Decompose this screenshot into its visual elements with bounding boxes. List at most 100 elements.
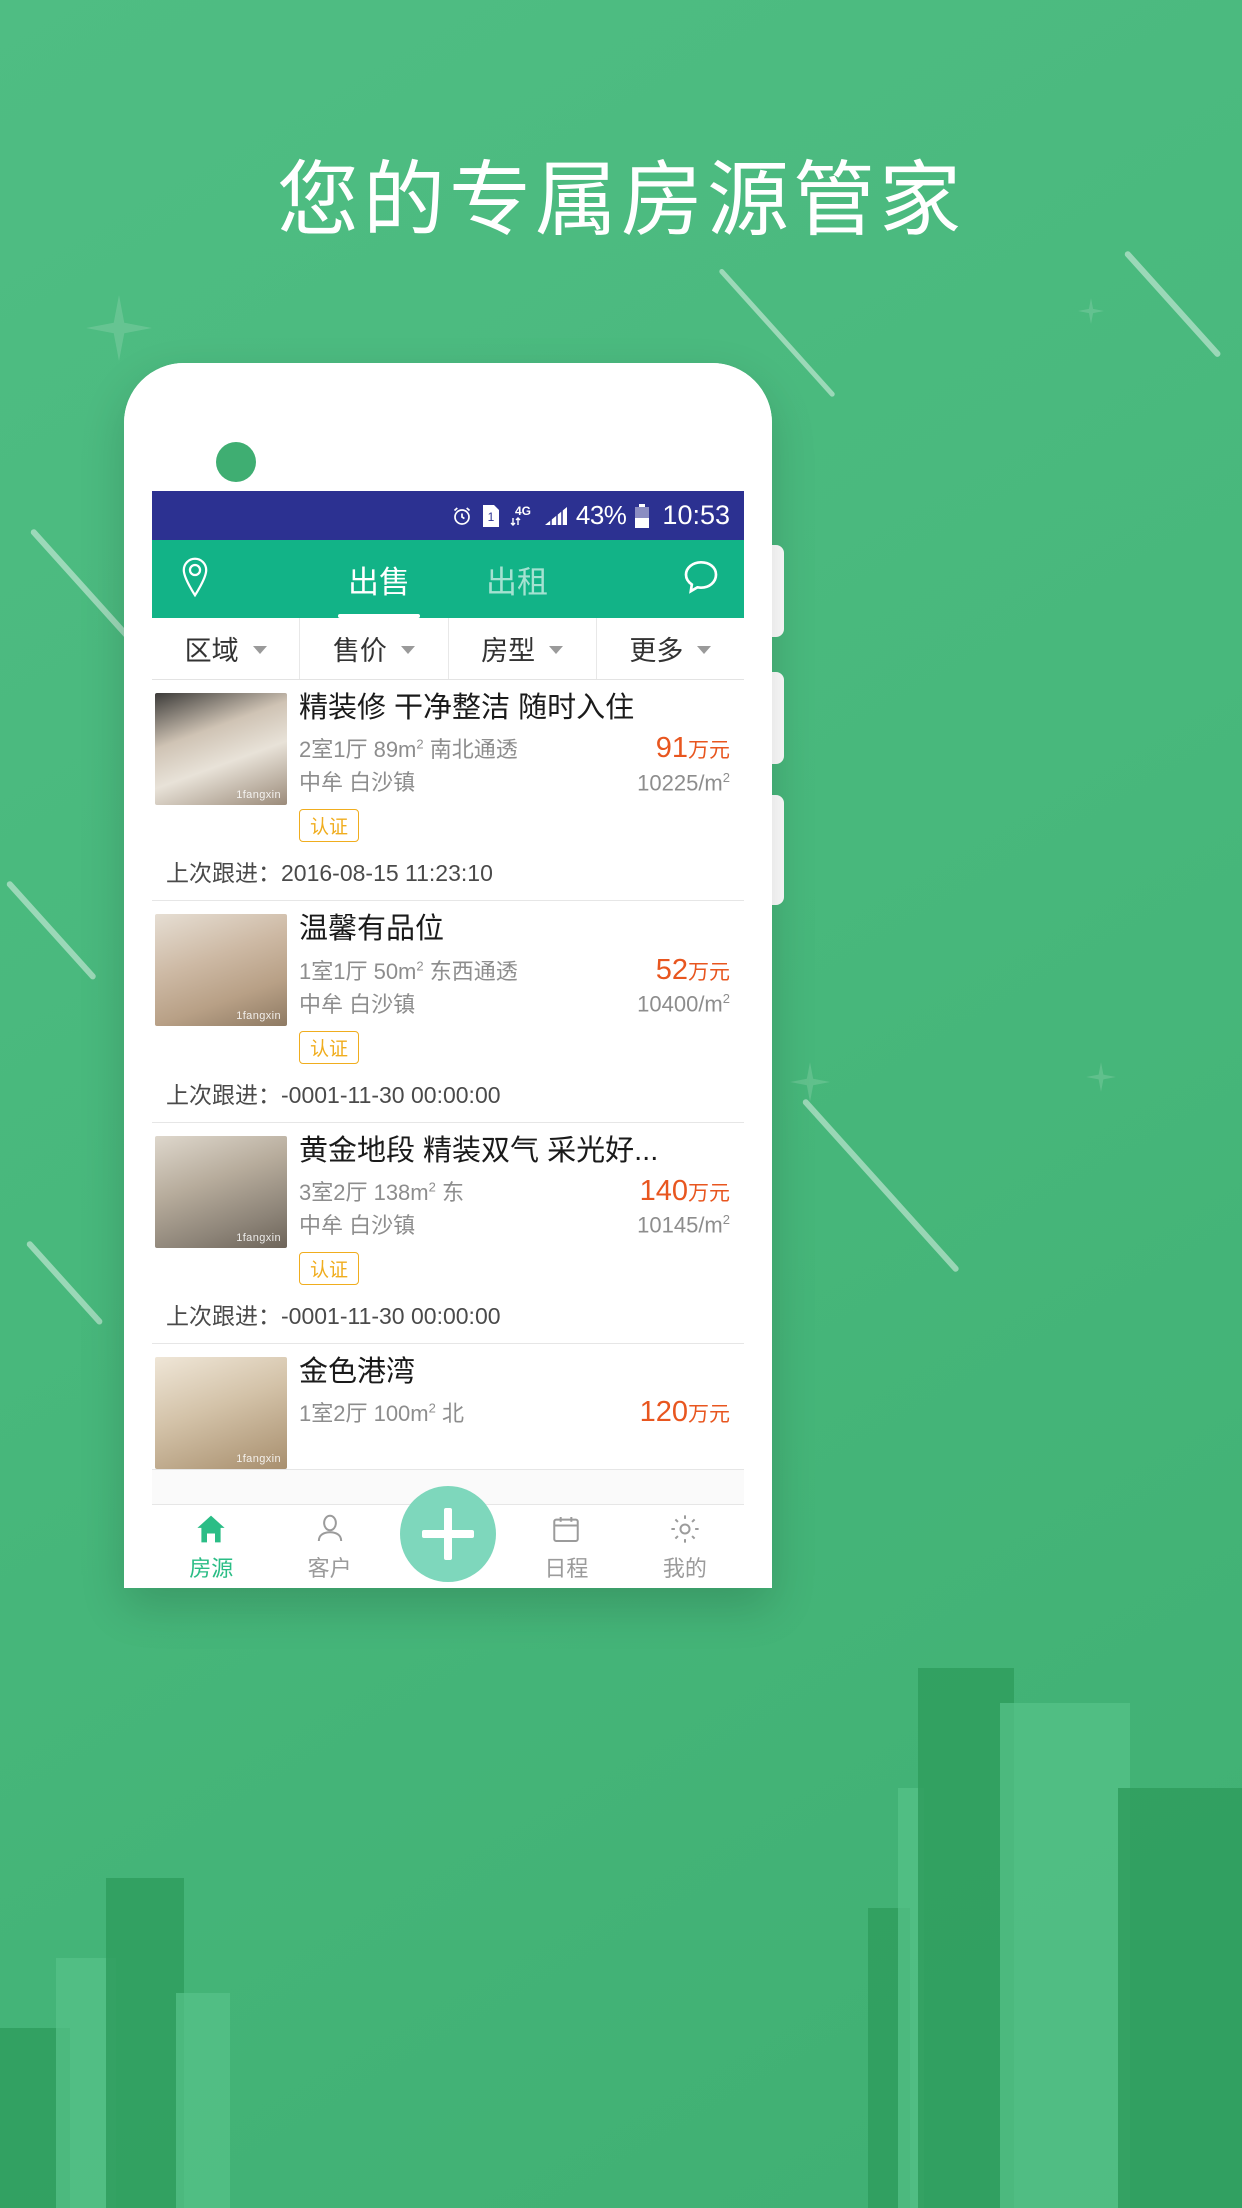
status-bar: 1 4G 43% 10:53 (152, 491, 744, 540)
listing-unit-price-sup: 2 (722, 991, 730, 1007)
watermark-label: 1fangxin (236, 1452, 281, 1465)
listing-unit-price-value: 10145/m (637, 1212, 723, 1238)
chat-bubble-icon (681, 557, 721, 602)
status-badge: 认证 (299, 1030, 360, 1064)
listing-list: 1fangxin 精装修 干净整洁 随时入住 2室1厅 89m2 南北通透 91… (152, 680, 744, 1470)
listing-spec-main: 3室2厅 138m (299, 1179, 429, 1205)
listing-spec-main: 1室2厅 100m (299, 1401, 429, 1426)
tab-for-sale-label: 出售 (348, 564, 410, 600)
phone-mockup: 1 4G 43% 10:53 出售 出租 区域 售价 房型 更多 1fangxi… (124, 363, 772, 1588)
listing-unit-price: 10225/m2 (637, 770, 730, 796)
messages-button[interactable] (658, 557, 744, 602)
signal-bars-icon (543, 505, 569, 527)
sim-card-1-icon: 1 (481, 504, 501, 528)
listing-title: 温馨有品位 (299, 913, 445, 946)
svg-text:4G: 4G (515, 504, 531, 518)
listing-followup: 上次跟进：-0001-11-30 00:00:00 (166, 1302, 501, 1329)
listing-price-unit: 万元 (688, 1181, 730, 1205)
listing-card[interactable]: 1fangxin 金色港湾 1室2厅 100m2 北 120万元 (152, 1344, 744, 1470)
listing-location: 中牟 白沙镇 (299, 1212, 416, 1238)
phone-volume-button (770, 545, 784, 637)
listing-spec-sup: 2 (416, 958, 424, 974)
tab-for-rent[interactable]: 出租 (480, 540, 554, 618)
watermark-label: 1fangxin (236, 1231, 281, 1244)
chevron-down-icon (697, 646, 712, 654)
chevron-down-icon (252, 646, 267, 654)
listing-price: 120万元 (640, 1396, 730, 1429)
listing-unit-price-value: 10400/m (637, 991, 723, 1017)
bottom-navigation: 房源 客户 日程 我的 (152, 1486, 744, 1588)
calendar-icon (550, 1511, 582, 1547)
plus-icon (422, 1508, 474, 1560)
person-icon (314, 1511, 346, 1547)
listing-price: 52万元 (656, 954, 730, 987)
listing-price-unit: 万元 (688, 739, 730, 763)
phone-volume-button (770, 672, 784, 764)
watermark-label: 1fangxin (236, 789, 281, 801)
status-badge: 认证 (299, 1251, 360, 1285)
listing-thumbnail[interactable]: 1fangxin (155, 693, 287, 805)
listing-unit-price: 10145/m2 (637, 1212, 730, 1238)
nav-item-customers[interactable]: 客户 (270, 1511, 388, 1583)
filter-area[interactable]: 区域 (152, 618, 301, 679)
nav-item-schedule[interactable]: 日程 (507, 1511, 625, 1583)
listing-spec-tail: 北 (435, 1401, 464, 1426)
listing-thumbnail[interactable]: 1fangxin (155, 1356, 287, 1469)
battery-percent-label: 43% (575, 500, 627, 530)
location-button[interactable] (152, 556, 238, 603)
listing-title: 精装修 干净整洁 随时入住 (299, 692, 635, 724)
filter-layout[interactable]: 房型 (449, 618, 597, 679)
svg-text:1: 1 (488, 510, 495, 524)
listing-followup: 上次跟进：-0001-11-30 00:00:00 (166, 1081, 501, 1108)
listing-price-value: 52 (655, 953, 688, 986)
nav-item-schedule-label: 日程 (544, 1555, 589, 1581)
listing-spec-sup: 2 (428, 1179, 436, 1195)
listing-price-value: 91 (655, 732, 688, 765)
nav-item-profile[interactable]: 我的 (626, 1511, 744, 1583)
listing-spec-sup: 2 (416, 736, 424, 752)
watermark-label: 1fangxin (236, 1010, 281, 1023)
listing-card[interactable]: 1fangxin 温馨有品位 1室1厅 50m2 东西通透 52万元 中牟 白沙… (152, 901, 744, 1123)
listing-card[interactable]: 1fangxin 精装修 干净整洁 随时入住 2室1厅 89m2 南北通透 91… (152, 680, 744, 902)
filter-layout-label: 房型 (481, 636, 536, 666)
tab-for-sale[interactable]: 出售 (338, 540, 420, 618)
header-tabs: 出售 出租 (238, 540, 658, 618)
add-button[interactable] (400, 1486, 496, 1582)
phone-power-button (770, 795, 784, 905)
listing-thumbnail[interactable]: 1fangxin (155, 1135, 287, 1248)
listing-spec: 3室2厅 138m2 东 (299, 1175, 464, 1207)
listing-price-value: 140 (639, 1174, 688, 1207)
nav-item-listings[interactable]: 房源 (152, 1511, 270, 1583)
nav-item-listings-label: 房源 (189, 1555, 234, 1581)
map-pin-icon (177, 556, 213, 603)
listing-spec: 2室1厅 89m2 南北通透 (299, 732, 518, 764)
status-bar-clock: 10:53 (662, 500, 730, 530)
listing-spec: 1室2厅 100m2 北 (299, 1396, 464, 1428)
page-title: 您的专属房源管家 (276, 153, 965, 248)
listing-price-unit: 万元 (688, 1403, 730, 1426)
listing-location: 中牟 白沙镇 (299, 991, 416, 1017)
app-header: 出售 出租 (152, 540, 744, 618)
listing-price-unit: 万元 (688, 960, 730, 984)
chevron-down-icon (400, 646, 415, 654)
app-screen: 1 4G 43% 10:53 出售 出租 区域 售价 房型 更多 1fangxi… (152, 491, 744, 1588)
listing-unit-price: 10400/m2 (637, 991, 730, 1017)
filter-more[interactable]: 更多 (597, 618, 744, 679)
home-icon (194, 1511, 228, 1547)
filter-more-label: 更多 (629, 636, 684, 666)
listing-thumbnail[interactable]: 1fangxin (155, 914, 287, 1027)
listing-card[interactable]: 1fangxin 黄金地段 精装双气 采光好... 3室2厅 138m2 东 1… (152, 1123, 744, 1344)
listing-followup: 上次跟进：2016-08-15 11:23:10 (166, 860, 493, 887)
alarm-clock-icon (450, 504, 474, 528)
listing-spec-tail: 东 (435, 1179, 464, 1205)
filter-bar: 区域 售价 房型 更多 (152, 618, 744, 680)
listing-spec-tail: 东西通透 (423, 958, 518, 984)
filter-price[interactable]: 售价 (300, 618, 449, 679)
listing-location: 中牟 白沙镇 (299, 770, 416, 796)
network-type-icon: 4G (508, 503, 536, 529)
filter-price-label: 售价 (332, 636, 387, 666)
nav-item-profile-label: 我的 (662, 1555, 707, 1581)
listing-unit-price-sup: 2 (722, 1212, 730, 1228)
listing-spec-tail: 南北通透 (423, 737, 518, 763)
listing-price: 140万元 (640, 1175, 730, 1208)
